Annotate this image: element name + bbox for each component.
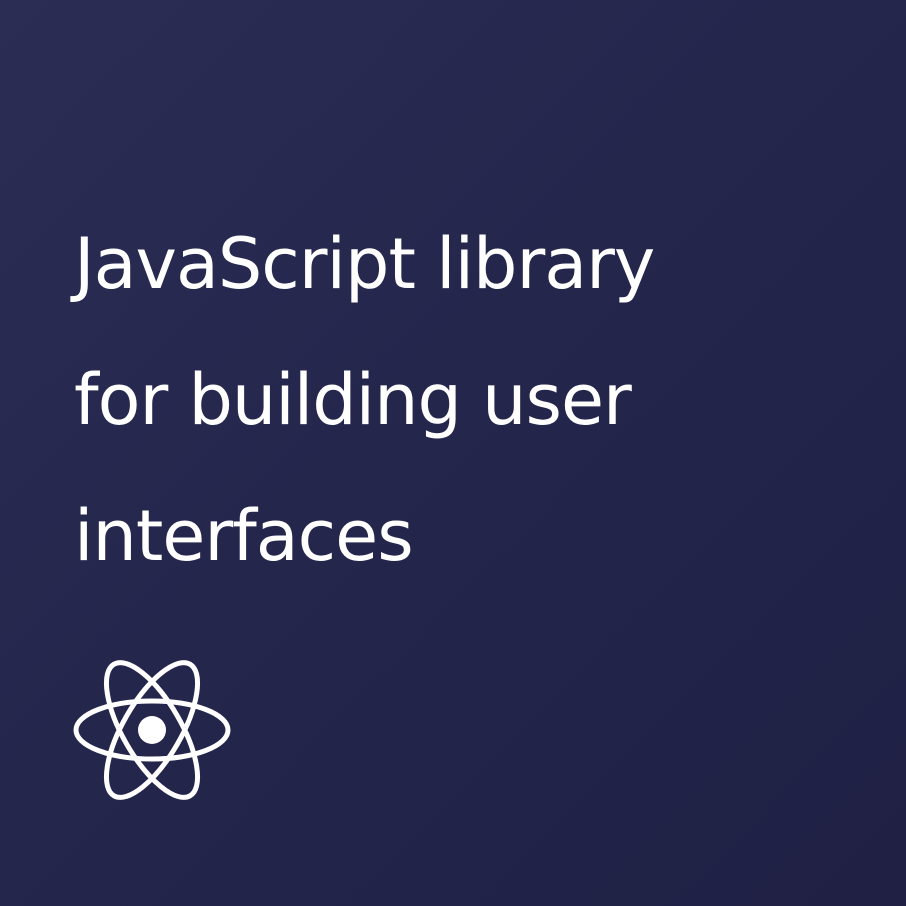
headline-line-3: interfaces xyxy=(74,495,414,577)
headline-line-1: JavaScript library xyxy=(74,223,655,305)
atom-nucleus xyxy=(138,716,166,744)
headline-line-2: for building user xyxy=(74,359,632,441)
react-atom-icon xyxy=(73,660,231,800)
headline: JavaScript library for building user int… xyxy=(74,196,864,604)
promo-card: JavaScript library for building user int… xyxy=(0,0,906,906)
